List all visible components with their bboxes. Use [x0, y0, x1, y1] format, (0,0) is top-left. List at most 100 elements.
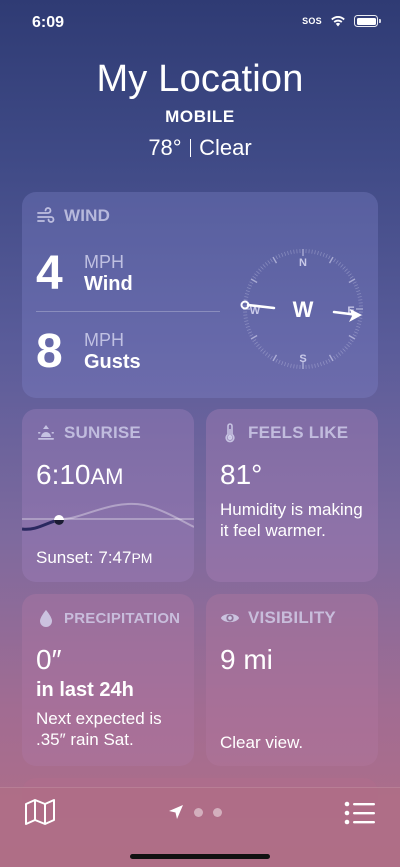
compass-tick [290, 363, 292, 368]
compass-tick [258, 268, 262, 272]
wind-compass: N S E W W [240, 249, 363, 369]
feels-like-description: Humidity is making it feel warmer. [220, 500, 363, 540]
page-dot[interactable] [213, 807, 222, 817]
visibility-heading: VISIBILITY [220, 608, 336, 628]
compass-tick [348, 341, 352, 345]
sunrise-time: 6:10AM [36, 459, 124, 491]
compass-tick [248, 331, 253, 334]
eye-icon [220, 613, 240, 623]
wifi-icon [331, 15, 345, 27]
compass-tick [357, 320, 362, 322]
list-icon[interactable] [344, 800, 376, 826]
sunset-text: Sunset: 7:47 [36, 548, 132, 567]
compass-tick [248, 284, 253, 287]
current-conditions: 78° Clear [0, 135, 400, 161]
compass-tick [249, 334, 254, 337]
compass-tick [243, 299, 248, 301]
compass-tick [333, 355, 337, 360]
location-header: My Location MOBILE 78° Clear [0, 58, 400, 161]
compass-tick [267, 354, 271, 358]
compass-tick [317, 250, 319, 256]
compass-tick [322, 252, 325, 257]
status-icons: SOS [302, 15, 381, 27]
compass-tick [281, 252, 284, 257]
precipitation-description: Next expected is .35″ rain Sat. [36, 709, 162, 749]
sun-path-graph [22, 502, 194, 531]
sunrise-icon [38, 425, 54, 440]
compass-tick [260, 266, 264, 270]
sunrise-time-value: 6:10 [36, 459, 91, 490]
compass-tick [352, 281, 357, 284]
compass-tick [260, 348, 264, 352]
feels-like-value: 81° [220, 459, 263, 490]
compass-tick [328, 358, 331, 363]
compass-tick [349, 275, 354, 279]
wind-gust-label: Gusts [84, 351, 141, 373]
page-title: My Location [96, 58, 304, 100]
visibility-value: 9 mi [220, 644, 273, 675]
compass-center-direction: W [293, 297, 314, 322]
feels-like-card[interactable]: FEELS LIKE 81° Humidity is making it fee… [206, 409, 378, 582]
compass-tick [287, 362, 289, 368]
compass-tick [328, 256, 334, 264]
compass-tick [311, 249, 313, 254]
thermometer-icon [225, 423, 235, 443]
compass-tick [335, 260, 339, 264]
compass-tick [254, 273, 258, 277]
precipitation-heading: PRECIPITATION [36, 608, 180, 628]
compass-tick [344, 346, 348, 350]
page-indicator[interactable] [168, 804, 222, 820]
sunrise-card[interactable]: SUNRISE 6:10AM Sunset: 7:47PM [22, 409, 194, 582]
sunrise-ampm: AM [90, 464, 124, 489]
compass-tick [249, 281, 254, 284]
compass-tick [337, 262, 342, 266]
compass-tick [275, 358, 278, 363]
wind-gust-value: 8 [36, 325, 63, 378]
compass-tick [256, 343, 260, 348]
compass-tick [284, 251, 287, 256]
compass-tick [254, 341, 258, 345]
compass-tick [287, 250, 289, 256]
compass-tick [245, 325, 250, 328]
compass-tick [256, 270, 260, 275]
precipitation-card[interactable]: PRECIPITATION 0″ in last 24h Next expect… [22, 594, 194, 766]
feels-like-heading: FEELS LIKE [220, 423, 348, 443]
compass-tick [358, 299, 363, 301]
compass-tick [344, 268, 348, 272]
location-subtitle: MOBILE [165, 107, 235, 126]
visibility-card[interactable]: VISIBILITY 9 mi Clear view. [206, 594, 378, 766]
compass-tick [314, 250, 316, 255]
compass-tick [262, 264, 266, 268]
wind-speed-label: Wind [84, 273, 133, 295]
compass-tick [356, 325, 361, 328]
compass-tick [325, 254, 328, 259]
compass-tick [342, 348, 346, 352]
compass-tick [356, 323, 362, 325]
compass-tick [328, 354, 334, 362]
map-icon[interactable] [24, 798, 56, 826]
page-dot[interactable] [194, 807, 203, 817]
compass-tick [243, 317, 248, 319]
compass-tick [348, 273, 352, 277]
wind-heading-label: WIND [64, 206, 111, 225]
compass-tick [342, 266, 346, 270]
current-condition: Clear [199, 135, 252, 160]
compass-tick [244, 293, 250, 295]
compass-tick [335, 354, 339, 358]
compass-tick [269, 258, 273, 263]
location-arrow-icon[interactable] [168, 804, 184, 820]
compass-tick [355, 287, 360, 290]
compass-tick [319, 362, 322, 367]
sos-indicator: SOS [302, 16, 322, 26]
wind-speed-value: 4 [36, 247, 63, 300]
bottom-toolbar [0, 787, 400, 867]
raindrop-icon [40, 610, 52, 627]
feels-like-heading-label: FEELS LIKE [248, 423, 349, 442]
compass-tick [264, 352, 269, 356]
compass-tick [244, 323, 250, 325]
wind-card[interactable]: WIND 4 MPH Wind 8 MPH Gusts N S E W W [22, 192, 378, 398]
compass-tick [245, 290, 250, 293]
wind-divider [36, 311, 220, 312]
compass-tick [252, 275, 257, 279]
compass-tick [258, 346, 262, 350]
